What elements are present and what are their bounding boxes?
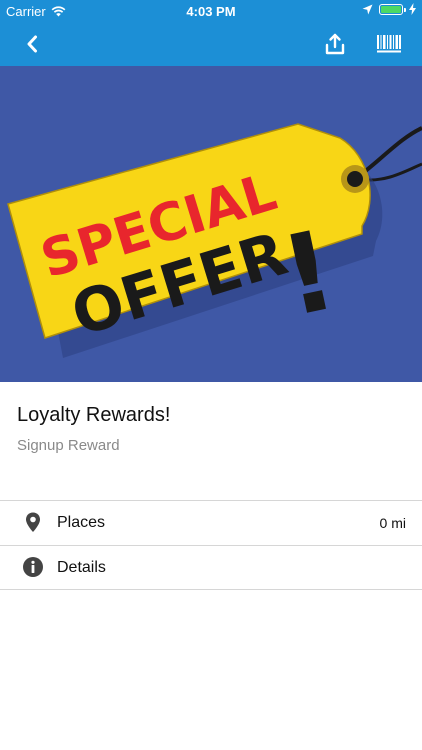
status-right — [362, 3, 416, 15]
special-offer-tag-graphic: SPECIAL OFFER ! — [7, 123, 422, 358]
status-time: 4:03 PM — [186, 4, 236, 19]
offer-subtitle: Signup Reward — [17, 437, 120, 454]
list-divider — [0, 589, 422, 590]
barcode-icon — [377, 35, 401, 53]
info-icon — [23, 557, 43, 577]
barcode-button[interactable] — [374, 22, 404, 66]
navigation-bar — [0, 22, 422, 66]
offer-title: Loyalty Rewards! — [17, 404, 171, 426]
share-button[interactable] — [318, 22, 352, 66]
details-label: Details — [57, 559, 106, 576]
share-icon — [325, 33, 345, 55]
places-row[interactable]: Places 0 mi — [0, 500, 422, 544]
charging-bolt-icon — [409, 3, 416, 15]
status-bar: Carrier 4:03 PM — [0, 0, 422, 22]
places-distance: 0 mi — [379, 515, 406, 531]
location-pin-icon — [26, 512, 40, 532]
places-label: Places — [57, 514, 106, 531]
details-row[interactable]: Details — [0, 545, 422, 589]
battery-icon — [379, 3, 406, 15]
offer-hero-image: SPECIAL OFFER ! — [0, 66, 422, 382]
location-arrow-icon — [362, 4, 373, 14]
back-button[interactable] — [14, 22, 50, 66]
offer-info: Loyalty Rewards! Signup Reward — [0, 382, 422, 500]
chevron-left-icon — [27, 35, 37, 53]
